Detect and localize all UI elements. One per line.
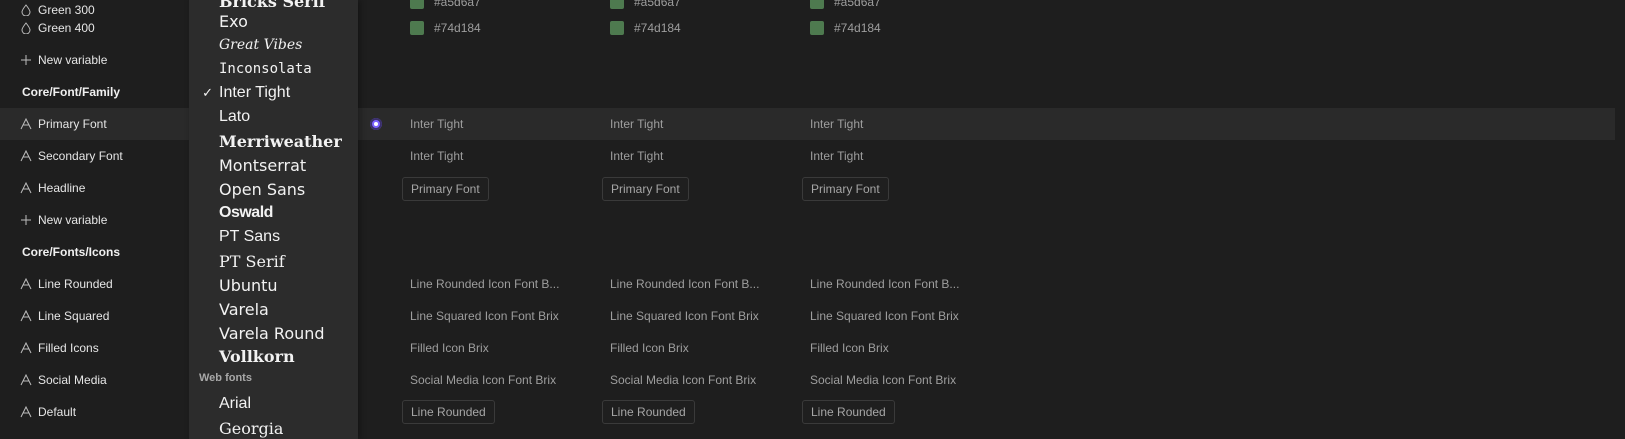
value-cell[interactable]: #74d184	[810, 12, 881, 44]
alias-chip[interactable]: Primary Font	[602, 177, 689, 201]
color-swatch	[810, 21, 824, 35]
value-cell[interactable]: Filled Icon Brix	[810, 332, 889, 364]
font-option-varela-round[interactable]: Varela Round	[189, 321, 358, 345]
font-icon	[16, 342, 36, 354]
value-cell[interactable]: Inter Tight	[610, 108, 663, 140]
group-label: Core/Fonts/Icons	[22, 245, 121, 259]
value-cell[interactable]: Line Squared Icon Font Brix	[610, 300, 759, 332]
font-option-open-sans[interactable]: Open Sans	[189, 177, 358, 201]
value-cell[interactable]: Line Rounded Icon Font B...	[810, 268, 959, 300]
value-cell[interactable]: Inter Tight	[810, 140, 863, 172]
font-icon	[16, 278, 36, 290]
color-swatch	[610, 0, 624, 9]
value-cell[interactable]: Inter Tight	[410, 108, 463, 140]
new-variable-button[interactable]: New variable	[0, 204, 190, 236]
drop-icon	[16, 22, 36, 34]
selected-mode-indicator[interactable]	[370, 118, 382, 130]
group-core-font-family[interactable]: Core/Font/Family	[0, 76, 190, 108]
value-cell[interactable]: #74d184	[410, 12, 481, 44]
color-swatch	[410, 21, 424, 35]
font-option-varela[interactable]: Varela	[189, 297, 358, 321]
color-swatch	[810, 0, 824, 9]
variable-row-secondary-font[interactable]: Secondary Font	[0, 140, 190, 172]
font-option-pt-serif[interactable]: PT Serif	[189, 249, 358, 273]
value-cell[interactable]: Line Rounded Icon Font B...	[610, 268, 759, 300]
new-variable-label: New variable	[38, 213, 108, 227]
alias-chip[interactable]: Line Rounded	[402, 400, 495, 424]
variable-name: Line Squared	[38, 309, 110, 323]
variables-table: Green 300 Green 400 New variable Core/Fo…	[0, 0, 1625, 439]
value-cell[interactable]: Social Media Icon Font Brix	[410, 364, 556, 396]
font-option-montserrat[interactable]: Montserrat	[189, 153, 358, 177]
color-swatch	[610, 21, 624, 35]
alias-chip[interactable]: Line Rounded	[802, 400, 895, 424]
font-option-pt-sans[interactable]: PT Sans	[189, 225, 358, 249]
variable-name: Social Media	[38, 373, 107, 387]
font-option-inter-tight[interactable]: ✓ Inter Tight	[189, 81, 358, 105]
value-cell[interactable]: Social Media Icon Font Brix	[610, 364, 756, 396]
variable-name: Default	[38, 405, 77, 419]
font-option-merriweather[interactable]: Merriweather	[189, 129, 358, 153]
variable-row-green-400[interactable]: Green 400	[0, 12, 190, 44]
value-cell[interactable]: Line Squared Icon Font Brix	[410, 300, 559, 332]
variable-name: Filled Icons	[38, 341, 99, 355]
variable-row-line-squared[interactable]: Line Squared	[0, 300, 190, 332]
value-cell[interactable]: #74d184	[610, 12, 681, 44]
variable-row-line-rounded[interactable]: Line Rounded	[0, 268, 190, 300]
font-option-oswald[interactable]: Oswald	[189, 201, 358, 225]
check-icon: ✓	[202, 85, 213, 100]
alias-chip[interactable]: Primary Font	[802, 177, 889, 201]
font-icon	[16, 310, 36, 322]
alias-chip[interactable]: Primary Font	[402, 177, 489, 201]
value-cell[interactable]: Inter Tight	[410, 140, 463, 172]
variable-name: Green 400	[38, 21, 95, 35]
font-icon	[16, 374, 36, 386]
value-cell[interactable]: Line Rounded Icon Font B...	[410, 268, 559, 300]
variable-name: Line Rounded	[38, 277, 113, 291]
font-option-georgia[interactable]: Georgia	[189, 416, 358, 439]
value-cell[interactable]: Filled Icon Brix	[610, 332, 689, 364]
value-cell[interactable]: Line Squared Icon Font Brix	[810, 300, 959, 332]
font-option-inconsolata[interactable]: Inconsolata	[189, 57, 358, 81]
font-icon	[16, 182, 36, 194]
new-variable-label: New variable	[38, 53, 108, 67]
web-fonts-section-header: Web fonts	[199, 372, 252, 384]
color-swatch	[410, 0, 424, 9]
variable-name: Headline	[38, 181, 86, 195]
font-option-exo[interactable]: Exo	[189, 9, 358, 33]
variable-row-primary-font[interactable]: Primary Font	[0, 108, 190, 140]
font-icon	[16, 150, 36, 162]
font-option-great-vibes[interactable]: Great Vibes	[189, 33, 358, 57]
plus-icon	[16, 54, 36, 66]
value-cell[interactable]: Filled Icon Brix	[410, 332, 489, 364]
plus-icon	[16, 214, 36, 226]
value-cell[interactable]: Social Media Icon Font Brix	[810, 364, 956, 396]
font-icon	[16, 406, 36, 418]
value-cell[interactable]: Inter Tight	[810, 108, 863, 140]
variable-name: Primary Font	[38, 117, 107, 131]
new-variable-button[interactable]: New variable	[0, 44, 190, 76]
font-option-lato[interactable]: Lato	[189, 105, 358, 129]
alias-chip[interactable]: Line Rounded	[602, 400, 695, 424]
variable-row-default[interactable]: Default	[0, 396, 190, 428]
variable-name: Secondary Font	[38, 149, 123, 163]
font-option-ubuntu[interactable]: Ubuntu	[189, 273, 358, 297]
variable-row-filled-icons[interactable]: Filled Icons	[0, 332, 190, 364]
variable-row-headline[interactable]: Headline	[0, 172, 190, 204]
value-cell[interactable]: Inter Tight	[610, 140, 663, 172]
variable-row-social-media[interactable]: Social Media	[0, 364, 190, 396]
group-core-fonts-icons[interactable]: Core/Fonts/Icons	[0, 236, 190, 268]
font-option-arial[interactable]: Arial	[189, 392, 358, 416]
font-family-dropdown[interactable]: Bricks Serif Exo Great Vibes Inconsolata…	[189, 0, 358, 439]
group-label: Core/Font/Family	[22, 85, 121, 99]
font-option-vollkorn[interactable]: Vollkorn	[189, 344, 358, 368]
font-icon	[16, 118, 36, 130]
